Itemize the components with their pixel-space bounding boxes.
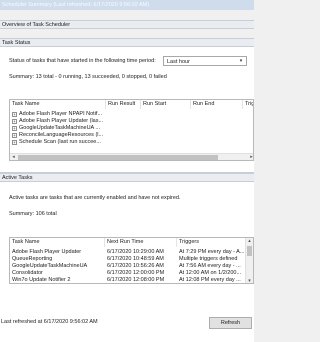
last-refreshed-text: Last refreshed at 6/17/2020 9:56:02 AM	[1, 319, 98, 325]
time-period-value: Last hour	[167, 59, 190, 65]
expand-icon[interactable]: +	[12, 119, 17, 124]
task-status-header[interactable]: Task Status	[0, 38, 254, 47]
task-status-summary: Summary: 13 total - 0 running, 13 succee…	[9, 74, 167, 80]
next-run-cell: 6/17/2020 10:29:00 AM	[107, 249, 164, 255]
table-row[interactable]: + Schedule Scan (last run succee...	[10, 139, 245, 146]
next-run-cell: 6/17/2020 10:48:59 AM	[107, 256, 164, 262]
next-run-cell: 6/17/2020 12:08:00 PM	[107, 277, 165, 283]
table-row[interactable]: Win7o Update Notifier 2 6/17/2020 12:08:…	[10, 277, 248, 283]
task-status-panel: Status of tasks that have started in the…	[0, 47, 254, 173]
next-run-cell: 6/17/2020 10:56:26 AM	[107, 263, 164, 269]
expand-icon[interactable]: +	[12, 112, 17, 117]
active-tasks-label: Active Tasks	[2, 175, 33, 181]
task-name-cell: QueueReporting	[12, 256, 53, 262]
refresh-button[interactable]: Refresh	[209, 317, 252, 329]
triggers-cell: At 12:00 AM on 1/2/200...	[179, 270, 242, 276]
task-name-cell: Adobe Flash Player Updater	[12, 249, 82, 255]
scroll-left-icon[interactable]: ◂	[10, 154, 17, 160]
expand-icon[interactable]: +	[12, 133, 17, 138]
col-next-run-time[interactable]: Next Run Time	[105, 238, 177, 247]
active-tasks-summary: Summary: 106 total	[9, 211, 57, 217]
col-triggers[interactable]: Triggers	[177, 238, 248, 247]
triggers-cell: At 7:29 PM every day - A...	[179, 249, 245, 255]
active-tasks-description: Active tasks are tasks that are currentl…	[9, 195, 181, 201]
table-row[interactable]: + ReconcileLanguageResources (l...	[10, 132, 245, 139]
task-name-cell: GoogleUpdateTaskMachineUA ...	[19, 125, 101, 131]
active-tasks-table: Task Name Next Run Time Triggers Adobe F…	[9, 237, 254, 284]
col-task-name[interactable]: Task Name	[10, 238, 105, 247]
task-status-label: Task Status	[2, 40, 31, 46]
window-title: Scheduler Summary (Last refreshed: 6/17/…	[0, 0, 254, 10]
task-name-cell: Adobe Flash Player Updater (las...	[19, 118, 104, 124]
task-name-cell: ReconcileLanguageResources (l...	[19, 132, 104, 138]
table-row[interactable]: Consolidator 6/17/2020 12:00:00 PM At 12…	[10, 270, 248, 277]
table-row[interactable]: GoogleUpdateTaskMachineUA 6/17/2020 10:5…	[10, 263, 248, 270]
table-row[interactable]: + GoogleUpdateTaskMachineUA ...	[10, 125, 245, 132]
scroll-right-icon[interactable]: ▸	[248, 154, 253, 160]
col-task-name[interactable]: Task Name	[10, 100, 106, 109]
next-run-cell: 6/17/2020 12:00:00 PM	[107, 270, 165, 276]
table-row[interactable]: Adobe Flash Player Updater 6/17/2020 10:…	[10, 249, 248, 256]
table-row[interactable]: + Adobe Flash Player NPAPI Notif...	[10, 111, 245, 118]
chevron-down-icon: ▾	[239, 58, 243, 64]
active-tasks-header[interactable]: Active Tasks	[0, 173, 254, 182]
time-period-dropdown[interactable]: Last hour ▾	[163, 56, 247, 66]
triggers-cell: At 7:56 AM every day - ...	[179, 263, 241, 269]
overview-section-header[interactable]: Overview of Task Scheduler	[0, 20, 254, 29]
triggers-cell: Multiple triggers defined	[179, 256, 238, 262]
col-run-start[interactable]: Run Start	[141, 100, 191, 109]
task-status-description: Status of tasks that have started in the…	[9, 58, 156, 64]
task-name-cell: GoogleUpdateTaskMachineUA	[12, 263, 88, 269]
task-name-cell: Win7o Update Notifier 2	[12, 277, 71, 283]
task-name-cell: Consolidator	[12, 270, 43, 276]
col-run-result[interactable]: Run Result	[106, 100, 141, 109]
col-run-end[interactable]: Run End	[191, 100, 243, 109]
scroll-up-icon[interactable]: ▴	[246, 238, 253, 245]
task-name-cell: Adobe Flash Player NPAPI Notif...	[19, 111, 103, 117]
scrollbar-thumb[interactable]	[247, 246, 252, 256]
overview-label: Overview of Task Scheduler	[2, 22, 71, 28]
table-row[interactable]: QueueReporting 6/17/2020 10:48:59 AM Mul…	[10, 256, 248, 263]
scrollbar-thumb[interactable]	[18, 155, 218, 160]
table-row[interactable]: + Adobe Flash Player Updater (las...	[10, 118, 245, 125]
task-name-cell: Schedule Scan (last run succee...	[19, 139, 101, 145]
task-status-table: Task Name Run Result Run Start Run End T…	[9, 99, 254, 161]
triggers-cell: At 12:08 PM every day ...	[179, 277, 241, 283]
vertical-scrollbar[interactable]: ▴ ▾	[245, 238, 253, 283]
col-triggers[interactable]: Trigg	[243, 100, 253, 109]
expand-icon[interactable]: +	[12, 140, 17, 145]
scroll-down-icon[interactable]: ▾	[246, 278, 253, 283]
horizontal-scrollbar[interactable]: ◂ ▸	[10, 153, 253, 160]
expand-icon[interactable]: +	[12, 126, 17, 131]
